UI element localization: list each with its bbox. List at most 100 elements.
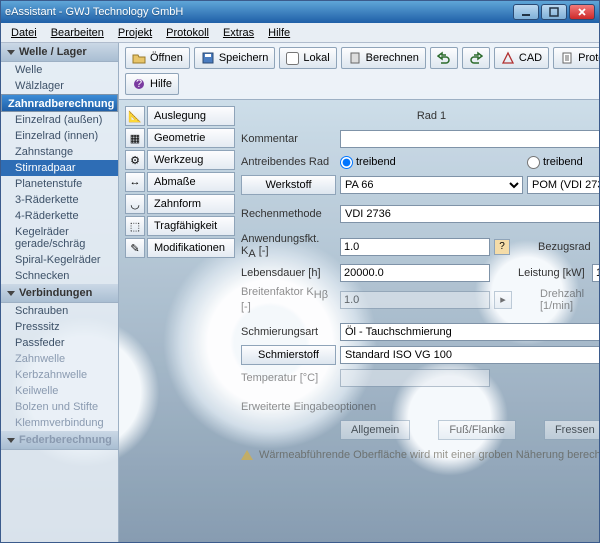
lbl-rechen: Rechenmethode	[241, 208, 336, 220]
subnav-abmasse[interactable]: Abmaße	[147, 172, 235, 192]
tree-item-klemm[interactable]: Klemmverbindung	[1, 415, 118, 431]
werkstoff1-select[interactable]: PA 66	[340, 176, 523, 194]
lbl-erweit: Erweiterte Eingabeoptionen	[241, 401, 376, 413]
menu-extras[interactable]: Extras	[217, 25, 260, 41]
lbl-lebens: Lebensdauer [h]	[241, 267, 336, 279]
rechen-select[interactable]: VDI 2736	[340, 205, 599, 223]
lbl-antreibend: Antreibendes Rad	[241, 156, 336, 168]
save-button[interactable]: Speichern	[194, 47, 276, 69]
window-controls	[513, 4, 595, 20]
lbl-breiten: Breitenfaktor KHβ [-]	[241, 286, 336, 313]
temp-input	[340, 369, 490, 387]
subnav-geometrie[interactable]: Geometrie	[147, 128, 235, 148]
tree-item-keilwelle[interactable]: Keilwelle	[1, 383, 118, 399]
subnav-werkzeug-icon[interactable]: ⚙	[125, 150, 145, 170]
subnav-zahnform[interactable]: Zahnform	[147, 194, 235, 214]
tree-item-schnecken[interactable]: Schnecken	[1, 268, 118, 284]
tree-group-welle[interactable]: Welle / Lager	[1, 43, 118, 62]
tree-item-einzelrad-aussen[interactable]: Einzelrad (außen)	[1, 112, 118, 128]
tree-item-3raederkette[interactable]: 3-Räderkette	[1, 192, 118, 208]
sidebar-tree: Welle / Lager Welle Wälzlager Zahnradber…	[1, 43, 119, 542]
help-button[interactable]: ?Hilfe	[125, 73, 179, 95]
tree-item-einzelrad-innen[interactable]: Einzelrad (innen)	[1, 128, 118, 144]
subnav-tragfaehigkeit-icon[interactable]: ⬚	[125, 216, 145, 236]
subnav-zahnform-icon[interactable]: ◡	[125, 194, 145, 214]
subnav-werkzeug[interactable]: Werkzeug	[147, 150, 235, 170]
menu-projekt[interactable]: Projekt	[112, 25, 158, 41]
lbl-leistung: Leistung [kW]	[518, 267, 588, 279]
subnav-modifikationen[interactable]: Modifikationen	[147, 238, 235, 258]
lbl-drehzahl: Drehzahl [1/min]	[540, 288, 599, 312]
local-checkbox[interactable]	[286, 52, 299, 65]
tree-item-schrauben[interactable]: Schrauben	[1, 303, 118, 319]
subnav-auslegung-icon[interactable]: 📐	[125, 106, 145, 126]
tree-item-kerbzahnwelle[interactable]: Kerbzahnwelle	[1, 367, 118, 383]
subnav-abmasse-icon[interactable]: ↔	[125, 172, 145, 192]
menu-bearbeiten[interactable]: Bearbeiten	[45, 25, 110, 41]
tree-item-waelzlager[interactable]: Wälzlager	[1, 78, 118, 94]
schmier-select[interactable]: Öl - Tauchschmierung	[340, 323, 599, 341]
breiten-input	[340, 291, 490, 309]
app-window: eAssistant - GWJ Technology GmbH Datei B…	[0, 0, 600, 543]
lbl-bezugsrad: Bezugsrad	[538, 241, 599, 253]
menu-protokoll[interactable]: Protokoll	[160, 25, 215, 41]
tree-item-bolzen[interactable]: Bolzen und Stifte	[1, 399, 118, 415]
maximize-button[interactable]	[541, 4, 567, 20]
schmierstoff-select[interactable]: Standard ISO VG 100	[340, 346, 599, 364]
close-button[interactable]	[569, 4, 595, 20]
undo-button[interactable]	[430, 47, 458, 69]
anwend-help-icon[interactable]: ?	[494, 239, 510, 255]
tree-item-planetenstufe[interactable]: Planetenstufe	[1, 176, 118, 192]
tree-item-kegelraeder[interactable]: Kegelräder gerade/schräg	[1, 224, 118, 252]
anwend-input[interactable]	[340, 238, 490, 256]
warning-icon	[241, 450, 253, 460]
werkstoff1-button[interactable]: Werkstoff	[241, 175, 336, 195]
tree-item-spiral-kegel[interactable]: Spiral-Kegelräder	[1, 252, 118, 268]
col-rad1: Rad 1	[340, 110, 523, 122]
leistung-input[interactable]	[592, 264, 599, 282]
tree-item-4raederkette[interactable]: 4-Räderkette	[1, 208, 118, 224]
form-panel: Rad 1 Rad 2 Kommentar Antreibendes Rad t…	[241, 106, 599, 536]
radio-rad1[interactable]: treibend	[340, 156, 523, 169]
tree-item-zahnwelle[interactable]: Zahnwelle	[1, 351, 118, 367]
kommentar-input[interactable]	[340, 130, 599, 148]
schmierstoff-button[interactable]: Schmierstoff	[241, 345, 336, 365]
subnav-geometrie-icon[interactable]: ▦	[125, 128, 145, 148]
tree-item-passfeder[interactable]: Passfeder	[1, 335, 118, 351]
subnav-auslegung[interactable]: Auslegung	[147, 106, 235, 126]
tree-group-zahnrad[interactable]: Zahnradberechnung	[1, 94, 118, 112]
tree-item-zahnstange[interactable]: Zahnstange	[1, 144, 118, 160]
window-title: eAssistant - GWJ Technology GmbH	[5, 6, 513, 18]
title-bar: eAssistant - GWJ Technology GmbH	[1, 1, 599, 23]
tree-group-feder[interactable]: Federberechnung	[1, 431, 118, 450]
calc-button[interactable]: Berechnen	[341, 47, 426, 69]
fussflanke-button[interactable]: Fuß/Flanke	[438, 420, 516, 440]
svg-text:?: ?	[136, 78, 142, 90]
cad-button[interactable]: CAD	[494, 47, 549, 69]
menu-bar: Datei Bearbeiten Projekt Protokoll Extra…	[1, 23, 599, 43]
col-rad2: Rad 2	[527, 110, 599, 122]
minimize-button[interactable]	[513, 4, 539, 20]
local-button[interactable]: Lokal	[279, 47, 336, 69]
tree-item-presssitz[interactable]: Presssitz	[1, 319, 118, 335]
breiten-help-icon[interactable]: ▸	[494, 291, 512, 309]
lbl-schmier: Schmierungsart	[241, 326, 336, 338]
subnav-modifikationen-icon[interactable]: ✎	[125, 238, 145, 258]
sub-navigation: 📐Auslegung ▦Geometrie ⚙Werkzeug ↔Abmaße …	[125, 106, 235, 536]
menu-datei[interactable]: Datei	[5, 25, 43, 41]
lbl-kommentar: Kommentar	[241, 133, 336, 145]
tree-group-verbindungen[interactable]: Verbindungen	[1, 284, 118, 303]
lebens-input[interactable]	[340, 264, 490, 282]
radio-rad2[interactable]: treibend	[527, 156, 599, 169]
lbl-temp: Temperatur [°C]	[241, 372, 336, 384]
redo-button[interactable]	[462, 47, 490, 69]
menu-hilfe[interactable]: Hilfe	[262, 25, 296, 41]
subnav-tragfaehigkeit[interactable]: Tragfähigkeit	[147, 216, 235, 236]
protocol-button[interactable]: Protokoll	[553, 47, 599, 69]
werkstoff2-select[interactable]: POM (VDI 2736)	[527, 176, 599, 194]
allgemein-button[interactable]: Allgemein	[340, 420, 410, 440]
open-button[interactable]: Öffnen	[125, 47, 190, 69]
tree-item-stirnradpaar[interactable]: Stirnradpaar	[1, 160, 118, 176]
tree-item-welle[interactable]: Welle	[1, 62, 118, 78]
fressen-button[interactable]: Fressen	[544, 420, 599, 440]
